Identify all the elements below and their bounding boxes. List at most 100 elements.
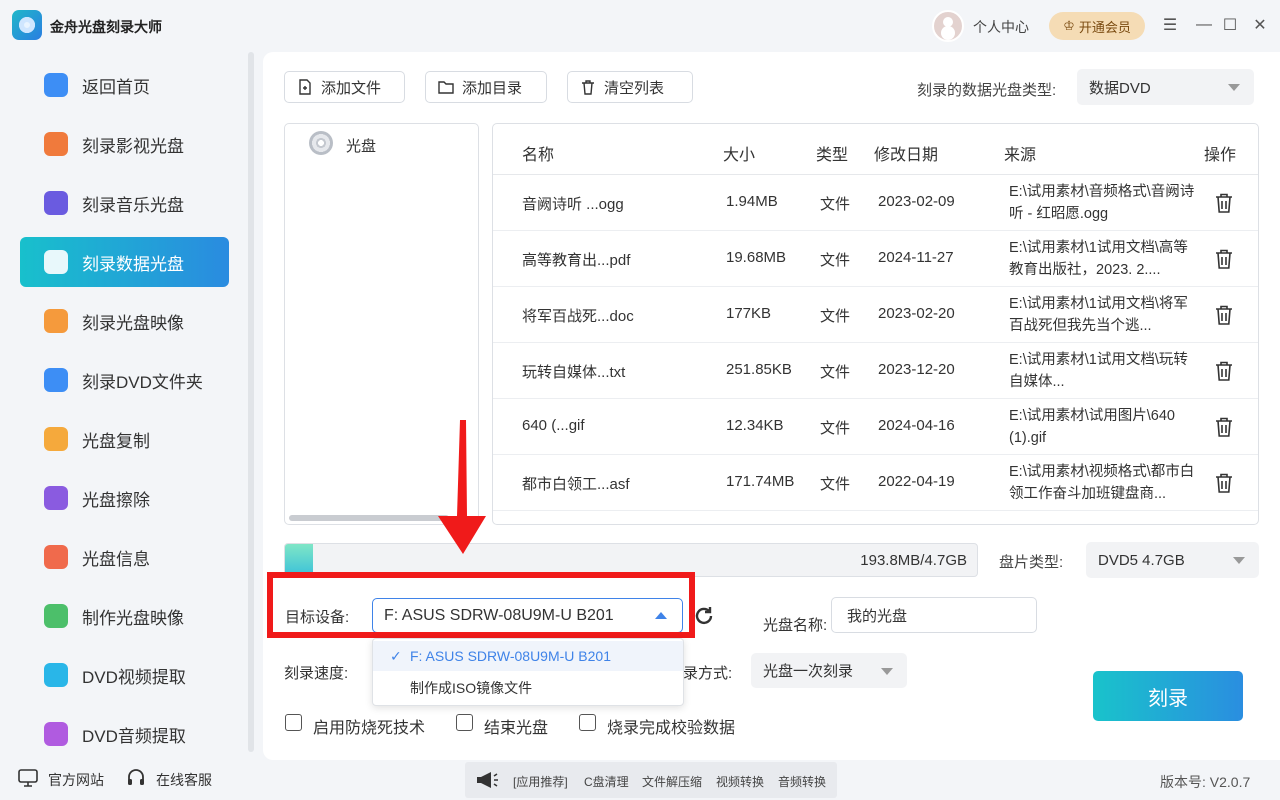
add-folder-button[interactable]: 添加目录 <box>425 71 547 103</box>
delete-row-icon[interactable] <box>1213 248 1235 270</box>
promo-audio-convert[interactable]: 音频转换 <box>778 773 826 790</box>
disc-image-icon <box>44 309 68 333</box>
disc-copy-icon <box>44 427 68 451</box>
sidebar-item-7[interactable]: 光盘擦除 <box>20 473 229 523</box>
table-row[interactable]: 音阙诗听 ...ogg 1.94MB 文件 2023-02-09 E:\试用素材\音频格… <box>493 175 1258 231</box>
table-row[interactable]: 都市白领工...asf 171.74MB 文件 2022-04-19 E:\试用素材\视… <box>493 455 1258 511</box>
sidebar-item-1[interactable]: 刻录影视光盘 <box>20 119 229 169</box>
promo-unzip[interactable]: 文件解压缩 <box>642 773 702 790</box>
add-file-label: 添加文件 <box>321 79 382 97</box>
verify-label[interactable]: 烧录完成校验数据 <box>607 714 735 738</box>
avatar[interactable] <box>932 10 964 42</box>
device-dropdown: F: ASUS SDRW-08U9M-U B201 制作成ISO镜像文件 <box>372 638 684 706</box>
delete-row-icon[interactable] <box>1213 416 1235 438</box>
cell-size: 171.74MB <box>726 473 795 490</box>
make-image-icon <box>44 604 68 628</box>
close-icon[interactable]: ✕ <box>1250 14 1270 36</box>
title-bar: 金舟光盘刻录大师 个人中心 ♔ 开通会员 ☰ — ☐ ✕ <box>0 0 1280 52</box>
anti-burn-label[interactable]: 启用防烧死技术 <box>313 714 425 738</box>
cell-date: 2023-02-20 <box>878 305 955 322</box>
menu-icon[interactable]: ☰ <box>1160 14 1180 36</box>
table-row[interactable]: 640 (...gif 12.34KB 文件 2024-04-16 E:\试用素材\试用… <box>493 399 1258 455</box>
dvd-audio-extract-icon <box>44 722 68 746</box>
col-header-type[interactable]: 类型 <box>816 141 848 165</box>
maximize-icon[interactable]: ☐ <box>1220 14 1240 36</box>
cell-date: 2023-02-09 <box>878 193 955 210</box>
delete-row-icon[interactable] <box>1213 304 1235 326</box>
sidebar-item-6[interactable]: 光盘复制 <box>20 414 229 464</box>
disc-info-icon <box>44 545 68 569</box>
sidebar-item-9[interactable]: 制作光盘映像 <box>20 591 229 641</box>
disc-name-input[interactable]: 我的光盘 <box>831 597 1037 633</box>
col-header-size[interactable]: 大小 <box>723 141 755 165</box>
sidebar-item-label: 光盘擦除 <box>82 490 150 510</box>
app-logo-icon <box>12 10 42 40</box>
sidebar-item-11[interactable]: DVD音频提取 <box>20 709 229 759</box>
col-header-name[interactable]: 名称 <box>522 141 554 165</box>
vip-button[interactable]: ♔ 开通会员 <box>1049 12 1145 40</box>
device-option-iso[interactable]: 制作成ISO镜像文件 <box>373 673 683 703</box>
verify-checkbox[interactable] <box>579 714 596 731</box>
table-row[interactable]: 将军百战死...doc 177KB 文件 2023-02-20 E:\试用素材\1试用文… <box>493 287 1258 343</box>
sidebar-item-5[interactable]: 刻录DVD文件夹 <box>20 355 229 405</box>
chevron-down-icon <box>881 667 893 675</box>
cell-size: 251.85KB <box>726 361 792 378</box>
sidebar-item-10[interactable]: DVD视频提取 <box>20 650 229 700</box>
minimize-icon[interactable]: — <box>1194 14 1214 36</box>
disc-type-label: 刻录的数据光盘类型: <box>917 82 1057 99</box>
disc-erase-icon <box>44 486 68 510</box>
tree-root-label[interactable]: 光盘 <box>346 135 376 156</box>
cell-type: 文件 <box>820 252 851 269</box>
cell-date: 2024-11-27 <box>878 249 954 266</box>
delete-row-icon[interactable] <box>1213 472 1235 494</box>
trash-icon <box>582 80 594 95</box>
delete-row-icon[interactable] <box>1213 360 1235 382</box>
support-link[interactable]: 在线客服 <box>156 770 212 790</box>
sidebar-scrollbar[interactable] <box>248 52 254 752</box>
sidebar-item-3[interactable]: 刻录数据光盘 <box>20 237 229 287</box>
cell-size: 19.68MB <box>726 249 787 266</box>
website-link[interactable]: 官方网站 <box>48 770 104 790</box>
refresh-icon[interactable] <box>693 605 715 627</box>
user-center-link[interactable]: 个人中心 <box>973 17 1029 37</box>
clear-list-button[interactable]: 清空列表 <box>567 71 693 103</box>
sidebar-item-4[interactable]: 刻录光盘映像 <box>20 296 229 346</box>
delete-row-icon[interactable] <box>1213 192 1235 214</box>
disc-kind-label: 盘片类型: <box>999 554 1064 571</box>
cell-date: 2023-12-20 <box>878 361 955 378</box>
device-option-drive[interactable]: F: ASUS SDRW-08U9M-U B201 <box>373 641 683 671</box>
chevron-down-icon <box>1228 84 1240 91</box>
cell-name: 将军百战死...doc <box>522 308 634 325</box>
sidebar-item-2[interactable]: 刻录音乐光盘 <box>20 178 229 228</box>
finalize-checkbox[interactable] <box>456 714 473 731</box>
cell-date: 2022-04-19 <box>878 473 955 490</box>
cell-source: E:\试用素材\1试用文档\玩转自媒体... <box>1009 352 1188 390</box>
dvd-video-extract-icon <box>44 663 68 687</box>
clear-list-label: 清空列表 <box>604 79 665 97</box>
sidebar-item-label: 返回首页 <box>82 77 150 97</box>
cell-name: 玩转自媒体...txt <box>522 364 626 381</box>
music-disc-icon <box>44 191 68 215</box>
promo-video-convert[interactable]: 视频转换 <box>716 773 764 790</box>
disc-type-select[interactable]: 数据DVD <box>1077 69 1254 105</box>
tree-scrollbar[interactable] <box>289 515 449 521</box>
col-header-date[interactable]: 修改日期 <box>874 141 938 165</box>
table-row[interactable]: 玩转自媒体...txt 251.85KB 文件 2023-12-20 E:\试用素材\1… <box>493 343 1258 399</box>
promo-c-clean[interactable]: C盘清理 <box>584 773 629 790</box>
finalize-label[interactable]: 结束光盘 <box>484 714 548 738</box>
anti-burn-checkbox[interactable] <box>285 714 302 731</box>
disc-kind-value: DVD5 4.7GB <box>1098 551 1185 569</box>
sidebar-item-label: 光盘信息 <box>82 549 150 569</box>
table-row[interactable]: 高等教育出...pdf 19.68MB 文件 2024-11-27 E:\试用素材\1试… <box>493 231 1258 287</box>
sidebar-item-8[interactable]: 光盘信息 <box>20 532 229 582</box>
col-header-source[interactable]: 来源 <box>1004 141 1036 165</box>
burn-method-select[interactable]: 光盘一次刻录 <box>751 653 907 688</box>
burn-method-value: 光盘一次刻录 <box>763 663 854 680</box>
megaphone-icon <box>477 772 498 788</box>
disc-type-value: 数据DVD <box>1089 79 1151 97</box>
sidebar-item-label: DVD视频提取 <box>82 667 186 687</box>
add-file-button[interactable]: 添加文件 <box>284 71 405 103</box>
burn-button[interactable]: 刻录 <box>1093 671 1243 721</box>
disc-kind-select[interactable]: DVD5 4.7GB <box>1086 542 1259 578</box>
sidebar-item-0[interactable]: 返回首页 <box>20 60 229 110</box>
